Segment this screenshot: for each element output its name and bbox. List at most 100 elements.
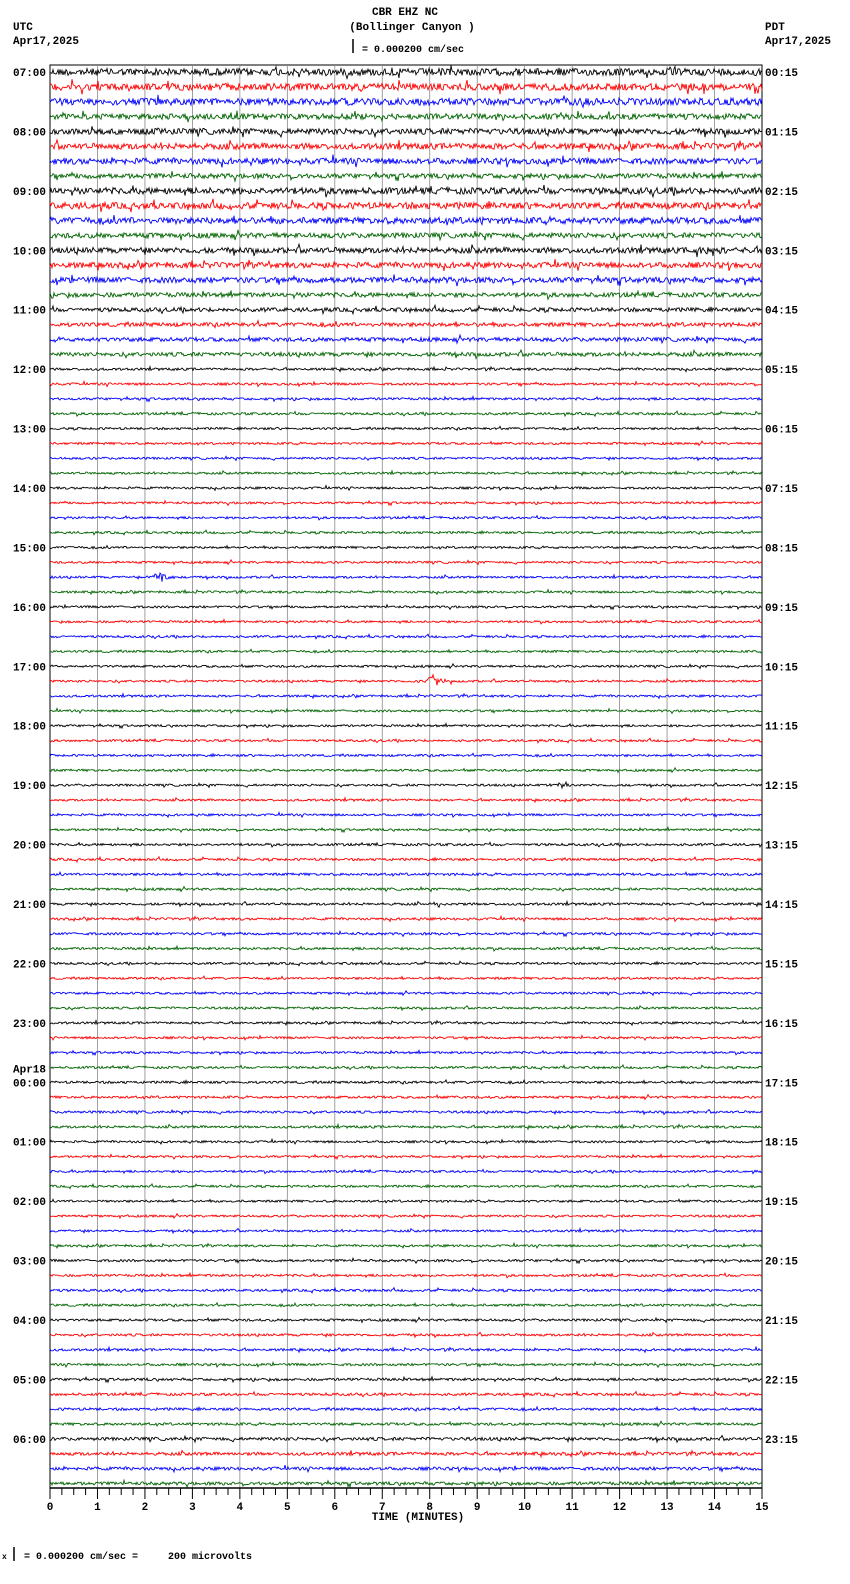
seismic-trace [49, 885, 763, 893]
seismic-trace [49, 811, 763, 819]
x-tick-label: 14 [708, 1502, 722, 1514]
seismic-trace [49, 1434, 763, 1444]
seismic-trace [49, 1093, 763, 1101]
seismic-trace [49, 318, 763, 329]
seismic-trace [49, 899, 763, 909]
utc-hour-label: 22:00 [13, 959, 46, 971]
seismic-trace [49, 1078, 763, 1085]
seismic-trace [49, 871, 763, 877]
seismic-trace [49, 722, 763, 730]
seismic-trace [49, 841, 763, 848]
pdt-hour-label: 19:15 [765, 1197, 798, 1209]
seismic-trace [49, 603, 763, 611]
seismic-trace [49, 64, 763, 81]
seismic-trace [49, 348, 763, 360]
date-change-label: Apr18 [13, 1064, 46, 1076]
pdt-hour-label: 00:15 [765, 68, 798, 80]
x-tick-label: 13 [660, 1502, 674, 1514]
seismic-trace [49, 1345, 763, 1354]
seismic-trace [49, 766, 763, 774]
pdt-hour-label: 08:15 [765, 543, 798, 555]
seismic-trace [49, 673, 763, 686]
footer-prefix: x [2, 1553, 7, 1562]
seismic-trace [49, 365, 763, 373]
utc-hour-label: 07:00 [13, 68, 46, 80]
utc-hour-label: 02:00 [13, 1197, 46, 1209]
seismic-trace [49, 154, 763, 168]
seismic-trace [49, 1198, 763, 1204]
seismic-trace [49, 1108, 763, 1116]
seismic-trace [49, 333, 763, 345]
x-tick-label: 0 [47, 1502, 54, 1514]
seismic-trace [49, 514, 763, 521]
x-tick-label: 9 [474, 1502, 481, 1514]
seismic-trace [49, 171, 763, 183]
seismic-trace [49, 1048, 763, 1057]
x-tick-label: 11 [566, 1502, 580, 1514]
seismic-trace [49, 303, 763, 316]
pdt-hour-label: 11:15 [765, 722, 798, 734]
seismic-trace [49, 826, 763, 834]
seismic-trace [49, 1152, 763, 1161]
chart-subtitle: (Bollinger Canyon ) [349, 22, 474, 34]
seismic-trace [49, 1464, 763, 1474]
seismic-trace [49, 588, 763, 596]
seismic-trace [49, 1478, 763, 1489]
seismic-trace [49, 1316, 763, 1324]
seismic-trace [49, 1256, 763, 1265]
x-tick-label: 8 [426, 1502, 433, 1514]
utc-hour-label: 09:00 [13, 187, 46, 199]
seismic-trace [49, 633, 763, 640]
pdt-hour-label: 01:15 [765, 127, 798, 139]
seismic-trace [49, 425, 763, 432]
seismic-trace [49, 94, 763, 109]
seismic-trace [49, 929, 763, 938]
seismic-trace [49, 229, 763, 242]
seismic-trace [49, 1241, 763, 1250]
pdt-hour-label: 06:15 [765, 425, 798, 437]
seismic-trace [49, 1375, 763, 1384]
x-tick-label: 10 [518, 1502, 531, 1514]
utc-hour-label: 21:00 [13, 900, 46, 912]
pdt-hour-label: 03:15 [765, 246, 798, 258]
seismic-trace [49, 692, 763, 700]
seismic-trace [49, 618, 763, 625]
seismic-trace [49, 780, 763, 790]
seismic-trace [49, 1390, 763, 1399]
seismic-trace [49, 1449, 763, 1459]
pdt-hour-label: 16:15 [765, 1019, 798, 1031]
utc-hour-label: 05:00 [13, 1375, 46, 1387]
seismic-trace [49, 529, 763, 536]
seismic-trace [49, 1405, 763, 1413]
seismic-trace [49, 572, 763, 582]
seismic-trace [49, 1301, 763, 1308]
chart-title: CBR EHZ NC [372, 7, 438, 19]
left-timezone: UTC [13, 22, 33, 34]
seismic-trace [49, 184, 763, 199]
seismic-trace [49, 110, 763, 123]
x-tick-label: 15 [755, 1502, 769, 1514]
pdt-hour-label: 23:15 [765, 1435, 798, 1447]
utc-hour-label: 03:00 [13, 1257, 46, 1269]
seismic-trace [49, 544, 763, 550]
utc-hour-label: 04:00 [13, 1316, 46, 1328]
utc-hour-label: 10:00 [13, 246, 46, 258]
pdt-hour-label: 14:15 [765, 900, 798, 912]
x-tick-label: 6 [331, 1502, 338, 1514]
seismic-trace [49, 1420, 763, 1428]
seismic-trace [49, 989, 763, 997]
seismic-trace [49, 274, 763, 287]
seismic-trace [49, 1286, 763, 1294]
seismic-trace [49, 1122, 763, 1131]
pdt-hour-label: 12:15 [765, 781, 798, 793]
seismic-trace [49, 440, 763, 447]
seismic-trace [49, 409, 763, 418]
seismic-trace [49, 558, 763, 566]
seismic-trace [49, 138, 763, 153]
seismic-trace [49, 379, 763, 388]
pdt-hour-label: 21:15 [765, 1316, 798, 1328]
seismic-trace [49, 1182, 763, 1190]
helicorder-chart: CBR EHZ NC (Bollinger Canyon ) UTC Apr17… [2, 7, 831, 1563]
seismic-trace [49, 1063, 763, 1071]
pdt-hour-label: 22:15 [765, 1375, 798, 1387]
